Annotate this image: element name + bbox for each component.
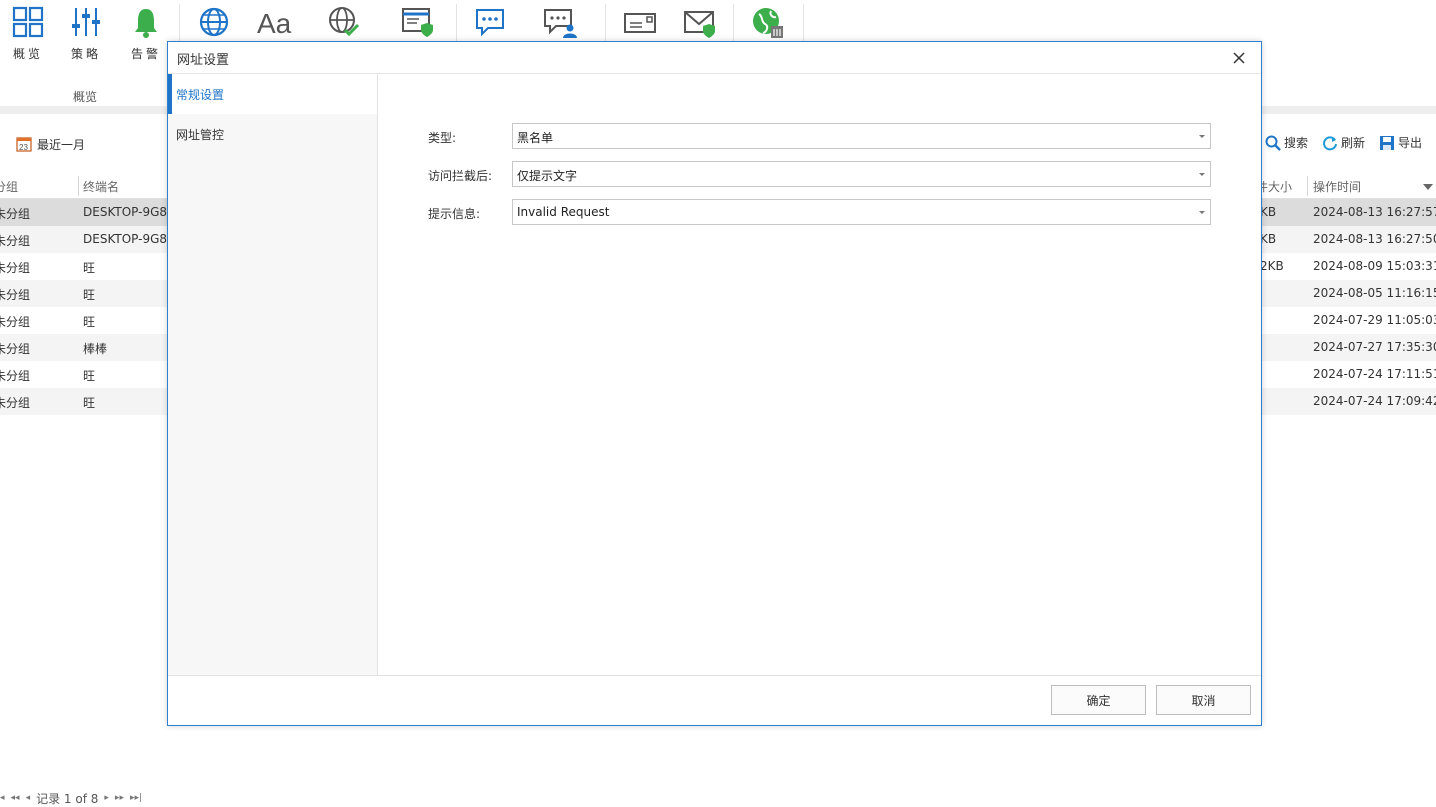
mail-shield-icon (684, 11, 715, 38)
mail-icon (624, 13, 656, 33)
cell-group: 未分组 (0, 369, 31, 383)
globe-lock-icon (753, 8, 783, 38)
svg-text:Aa: Aa (257, 8, 292, 38)
pager-text: 记录 1 of 8 (36, 791, 99, 806)
cell-size: KB (1260, 205, 1277, 219)
refresh-label: 刷新 (1340, 136, 1365, 150)
refresh-icon (1323, 135, 1337, 150)
after-block-select-value: 仅提示文字 (517, 169, 578, 183)
search-button[interactable]: 搜索 (1265, 134, 1308, 151)
grid-icon (12, 6, 44, 38)
prompt-message-label: 提示信息: (428, 207, 481, 221)
refresh-button[interactable]: 刷新 (1322, 134, 1365, 151)
url-settings-dialog: 网址设置 常规设置 网址管控 类型: 黑名单 访问拦截后: 仅提示文字 提示信息… (167, 41, 1262, 726)
cell-terminal: DESKTOP-9G8 (83, 232, 168, 246)
cell-time: 2024-07-27 17:35:30 (1313, 340, 1436, 354)
cell-time: 2024-07-24 17:11:51 (1313, 367, 1436, 381)
cell-size: KB (1260, 232, 1277, 246)
nav-item-general-settings[interactable]: 常规设置 (168, 74, 377, 114)
cell-time: 2024-08-05 11:16:15 (1313, 286, 1436, 300)
export-button[interactable]: 导出 (1379, 134, 1422, 151)
after-block-select[interactable]: 仅提示文字 (512, 161, 1211, 187)
web-shield-icon (402, 8, 433, 37)
column-divider (78, 176, 79, 196)
globe-icon (199, 7, 229, 37)
export-label: 导出 (1397, 136, 1422, 150)
font-icon: Aa (257, 8, 292, 38)
calendar-icon: 23 (16, 137, 32, 152)
cell-terminal: 旺 (83, 261, 96, 275)
nav-item-url-control[interactable]: 网址管控 (168, 114, 377, 154)
chevron-down-icon (1199, 173, 1205, 176)
bell-icon (135, 9, 157, 38)
prev-block-icon[interactable]: ◂◂ (11, 793, 20, 803)
type-select-value: 黑名单 (517, 131, 554, 145)
cell-size: 2KB (1260, 259, 1284, 273)
cell-group: 未分组 (0, 207, 31, 221)
globe-check-icon (329, 7, 360, 37)
column-header-time[interactable]: 操作时间 (1313, 178, 1361, 195)
cell-terminal: 棒棒 (83, 342, 108, 356)
next-block-icon[interactable]: ▸▸ (115, 793, 124, 803)
alert-label: 告警 (130, 47, 161, 61)
cell-group: 未分组 (0, 342, 31, 356)
prompt-message-select[interactable]: Invalid Request (512, 199, 1211, 225)
cell-group: 未分组 (0, 396, 31, 410)
overview-button[interactable]: 概览 (0, 4, 56, 64)
save-icon (1379, 135, 1394, 150)
date-filter-button[interactable]: 23 最近一月 (16, 135, 85, 153)
type-label: 类型: (428, 131, 457, 145)
cell-time: 2024-07-29 11:05:03 (1313, 313, 1436, 327)
search-icon (1265, 135, 1281, 151)
cell-terminal: DESKTOP-9G8 (83, 205, 168, 219)
after-block-label: 访问拦截后: (428, 169, 493, 183)
alert-button[interactable]: 告警 (118, 4, 174, 64)
toolbar-actions: 搜索 刷新 导出 (1265, 134, 1422, 151)
first-page-icon[interactable]: ◂ (0, 793, 5, 803)
close-icon[interactable] (1231, 50, 1247, 66)
policy-button[interactable]: 策略 (58, 4, 114, 64)
type-select[interactable]: 黑名单 (512, 123, 1211, 149)
cell-group: 未分组 (0, 315, 31, 329)
ribbon-group-label: 概览 (72, 90, 97, 104)
overview-label: 概览 (12, 47, 43, 61)
chevron-down-icon (1199, 135, 1205, 138)
pager: ◂ ◂◂ ◂ 记录 1 of 8 ▸ ▸▸ ▸▸| (0, 790, 142, 806)
chat-user-icon (544, 9, 577, 38)
column-header-group[interactable]: 分组 (0, 178, 18, 195)
cell-group: 未分组 (0, 288, 31, 302)
chat-icon (476, 9, 504, 37)
cell-time: 2024-08-09 15:03:31 (1313, 259, 1436, 273)
svg-text:23: 23 (19, 143, 28, 152)
dialog-sidebar: 常规设置 网址管控 (168, 74, 378, 675)
cell-terminal: 旺 (83, 396, 96, 410)
cell-terminal: 旺 (83, 315, 96, 329)
column-divider (1307, 176, 1308, 196)
cell-time: 2024-08-13 16:27:50 (1313, 232, 1436, 246)
sliders-icon (72, 8, 100, 36)
dialog-title: 网址设置 (177, 53, 230, 68)
cell-terminal: 旺 (83, 369, 96, 383)
chevron-down-icon (1199, 211, 1205, 214)
last-page-icon[interactable]: ▸▸| (130, 793, 142, 803)
prompt-message-select-value: Invalid Request (517, 205, 610, 219)
ok-button[interactable]: 确定 (1051, 685, 1146, 715)
search-label: 搜索 (1283, 136, 1308, 150)
sort-desc-icon[interactable] (1423, 184, 1433, 190)
cell-time: 2024-07-24 17:09:42 (1313, 394, 1436, 408)
cell-group: 未分组 (0, 261, 31, 275)
cell-group: 未分组 (0, 234, 31, 248)
cell-time: 2024-08-13 16:27:57 (1313, 205, 1436, 219)
policy-label: 策略 (70, 47, 101, 61)
prev-page-icon[interactable]: ◂ (26, 793, 31, 803)
column-header-terminal[interactable]: 终端名 (83, 178, 119, 195)
cell-terminal: 旺 (83, 288, 96, 302)
cancel-button[interactable]: 取消 (1156, 685, 1251, 715)
next-page-icon[interactable]: ▸ (104, 793, 109, 803)
date-filter-label: 最近一月 (37, 137, 86, 152)
divider (168, 675, 1261, 676)
